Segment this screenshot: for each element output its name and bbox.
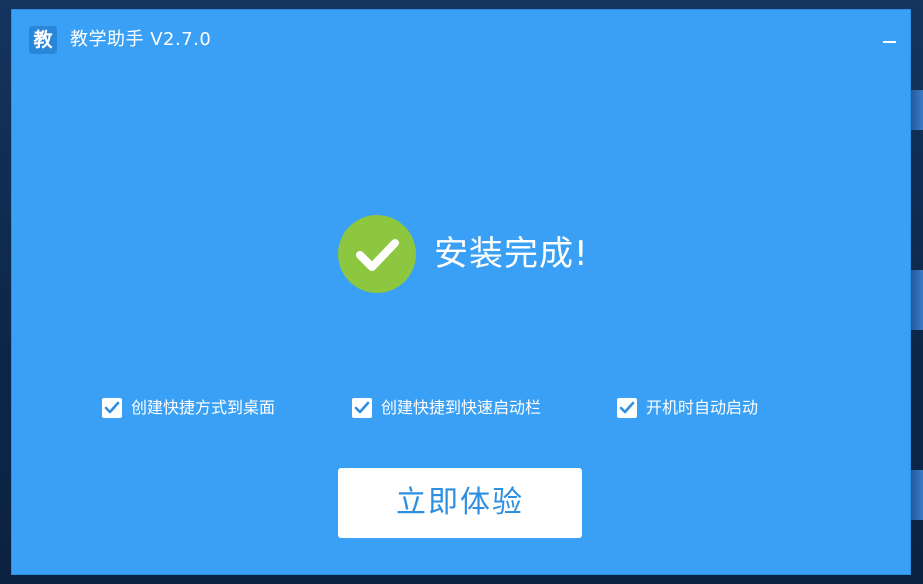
checkbox-desktop-shortcut[interactable] xyxy=(102,398,122,418)
option-label: 开机时自动启动 xyxy=(646,398,759,417)
install-options: 创建快捷方式到桌面 创建快捷到快速启动栏 开机时自动启动 xyxy=(102,397,882,423)
option-quick-launch[interactable]: 创建快捷到快速启动栏 xyxy=(352,397,541,419)
option-label: 创建快捷到快速启动栏 xyxy=(381,398,542,417)
title-bar[interactable]: 教 教学助手 V2.7.0 xyxy=(12,10,910,62)
window-title: 教学助手 V2.7.0 xyxy=(70,29,212,50)
checkmark-icon xyxy=(354,401,370,414)
option-auto-start[interactable]: 开机时自动启动 xyxy=(617,397,758,419)
installer-window: 教 教学助手 V2.7.0 安装完成! 创建快捷方式到桌面 创建快捷到快速启动栏 xyxy=(12,10,910,574)
check-circle-icon xyxy=(338,215,416,293)
status-text: 安装完成! xyxy=(434,234,589,274)
option-desktop-shortcut[interactable]: 创建快捷方式到桌面 xyxy=(102,397,275,419)
app-logo: 教 xyxy=(29,26,57,54)
checkmark-icon xyxy=(104,401,120,414)
install-status: 安装完成! xyxy=(338,214,589,294)
minimize-icon xyxy=(883,41,896,43)
checkmark-icon xyxy=(619,401,635,414)
option-label: 创建快捷方式到桌面 xyxy=(131,398,276,417)
minimize-button[interactable] xyxy=(876,26,902,52)
checkbox-auto-start[interactable] xyxy=(617,398,637,418)
checkbox-quick-launch[interactable] xyxy=(352,398,372,418)
start-now-button[interactable]: 立即体验 xyxy=(338,468,582,538)
